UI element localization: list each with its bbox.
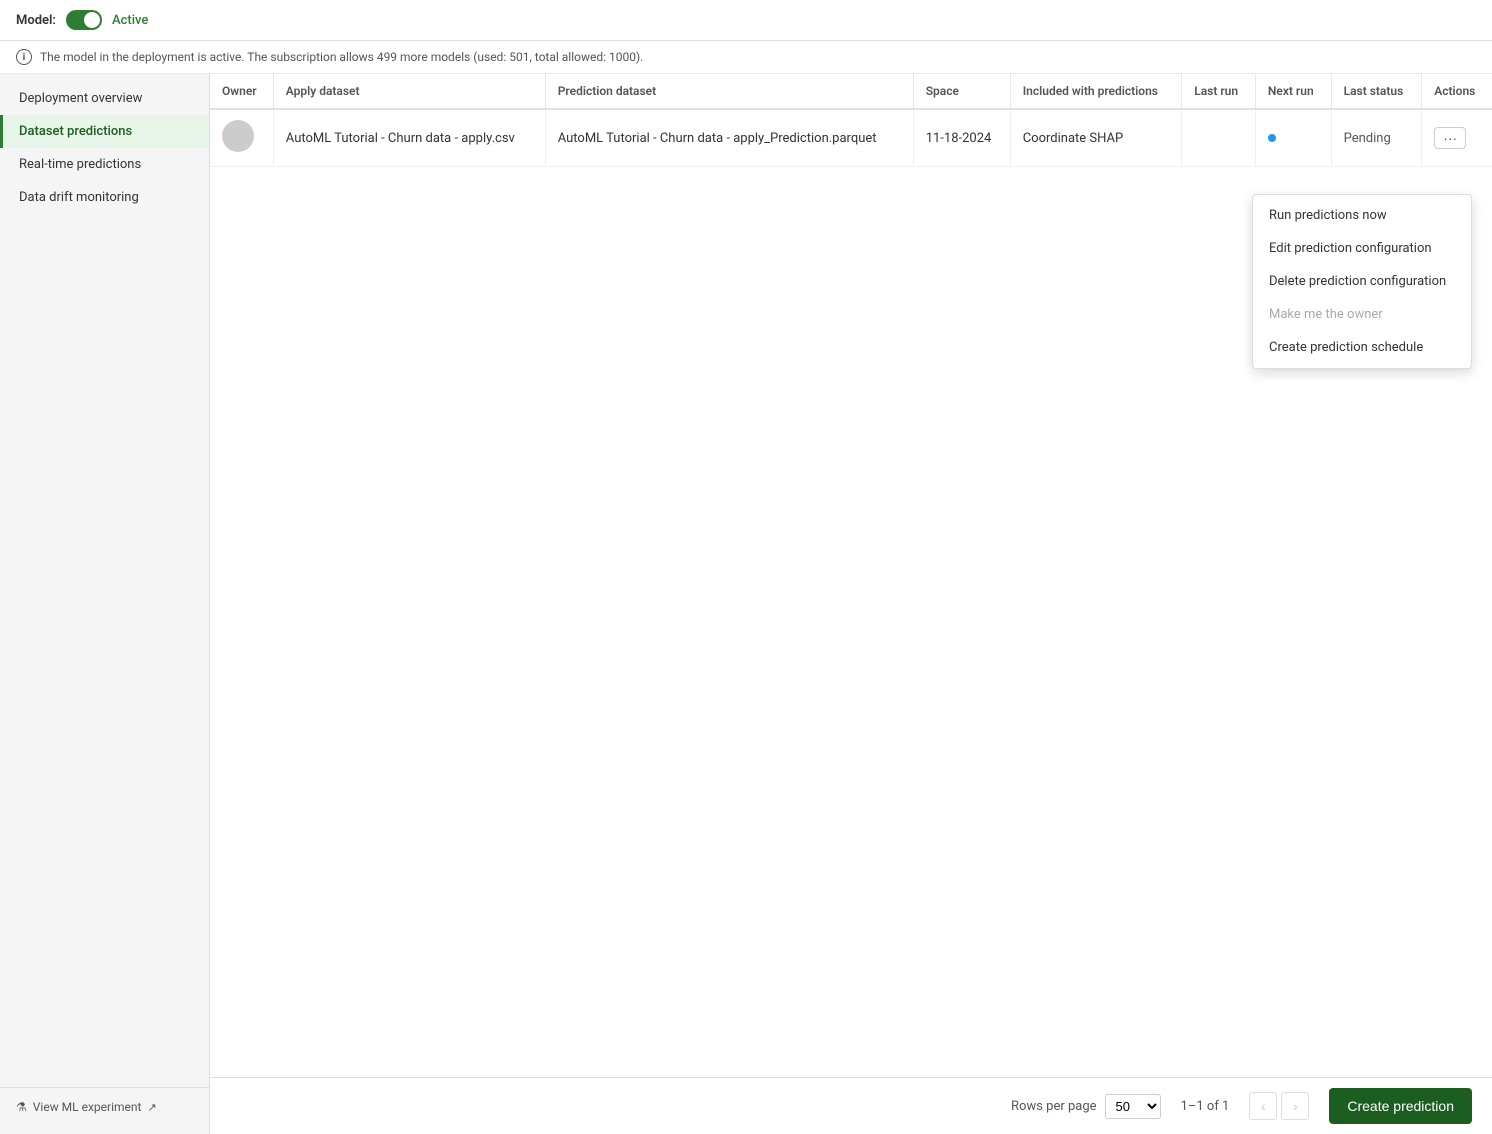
col-owner: Owner xyxy=(210,74,273,109)
cell-actions[interactable]: ··· xyxy=(1422,109,1492,167)
cell-last-status: Pending xyxy=(1331,109,1422,167)
col-included-with-predictions: Included with predictions xyxy=(1010,74,1182,109)
prev-page-button[interactable]: ‹ xyxy=(1249,1092,1277,1120)
external-link-icon: ↗ xyxy=(147,1101,156,1114)
dropdown-item-run-predictions-now[interactable]: Run predictions now xyxy=(1253,199,1471,232)
model-toggle[interactable] xyxy=(66,10,102,30)
main-layout: Deployment overview Dataset predictions … xyxy=(0,74,1492,1134)
actions-menu-button[interactable]: ··· xyxy=(1434,127,1466,149)
cell-space: 11-18-2024 xyxy=(913,109,1010,167)
actions-dropdown-menu: Run predictions now Edit prediction conf… xyxy=(1252,194,1472,369)
col-space: Space xyxy=(913,74,1010,109)
predictions-table: Owner Apply dataset Prediction dataset S… xyxy=(210,74,1492,167)
rows-per-page-select[interactable]: 50 25 100 xyxy=(1105,1094,1161,1119)
col-last-run: Last run xyxy=(1182,74,1256,109)
sidebar-item-deployment-overview[interactable]: Deployment overview xyxy=(0,82,209,115)
cell-prediction-dataset: AutoML Tutorial - Churn data - apply_Pre… xyxy=(545,109,913,167)
create-prediction-button[interactable]: Create prediction xyxy=(1329,1088,1472,1124)
col-next-run: Next run xyxy=(1255,74,1331,109)
dropdown-item-create-prediction-schedule[interactable]: Create prediction schedule xyxy=(1253,331,1471,364)
sidebar: Deployment overview Dataset predictions … xyxy=(0,74,210,1134)
sidebar-footer: ⚗ View ML experiment ↗ xyxy=(0,1087,209,1126)
info-bar: i The model in the deployment is active.… xyxy=(0,41,1492,74)
col-prediction-dataset: Prediction dataset xyxy=(545,74,913,109)
dropdown-item-delete-prediction-config[interactable]: Delete prediction configuration xyxy=(1253,265,1471,298)
model-label: Model: xyxy=(16,13,56,28)
rows-per-page-control: Rows per page 50 25 100 xyxy=(1011,1094,1161,1119)
info-icon: i xyxy=(16,49,32,65)
content-area: Owner Apply dataset Prediction dataset S… xyxy=(210,74,1492,1134)
cell-included-with-predictions: Coordinate SHAP xyxy=(1010,109,1182,167)
next-page-button[interactable]: › xyxy=(1281,1092,1309,1120)
sidebar-item-data-drift-monitoring[interactable]: Data drift monitoring xyxy=(0,181,209,214)
dropdown-item-edit-prediction-config[interactable]: Edit prediction configuration xyxy=(1253,232,1471,265)
col-actions: Actions xyxy=(1422,74,1492,109)
pagination-buttons: ‹ › xyxy=(1249,1092,1309,1120)
next-run-dot xyxy=(1268,134,1276,142)
dropdown-item-make-me-owner: Make me the owner xyxy=(1253,298,1471,331)
rows-per-page-label: Rows per page xyxy=(1011,1099,1097,1114)
cell-apply-dataset: AutoML Tutorial - Churn data - apply.csv xyxy=(273,109,545,167)
cell-owner xyxy=(210,109,273,167)
view-ml-experiment-link[interactable]: ⚗ View ML experiment ↗ xyxy=(16,1100,193,1114)
bottom-bar: Rows per page 50 25 100 1–1 of 1 ‹ › Cre… xyxy=(210,1077,1492,1134)
info-message: The model in the deployment is active. T… xyxy=(40,50,643,64)
col-last-status: Last status xyxy=(1331,74,1422,109)
sidebar-item-dataset-predictions[interactable]: Dataset predictions xyxy=(0,115,209,148)
table-row: AutoML Tutorial - Churn data - apply.csv… xyxy=(210,109,1492,167)
col-apply-dataset: Apply dataset xyxy=(273,74,545,109)
flask-icon: ⚗ xyxy=(16,1100,27,1114)
pagination-info: 1–1 of 1 xyxy=(1181,1099,1230,1114)
table-container: Owner Apply dataset Prediction dataset S… xyxy=(210,74,1492,167)
view-ml-experiment-label: View ML experiment xyxy=(33,1100,142,1114)
sidebar-item-realtime-predictions[interactable]: Real-time predictions xyxy=(0,148,209,181)
avatar xyxy=(222,120,254,152)
cell-next-run xyxy=(1255,109,1331,167)
cell-last-run xyxy=(1182,109,1256,167)
status-badge: Pending xyxy=(1344,131,1391,146)
sidebar-nav: Deployment overview Dataset predictions … xyxy=(0,82,209,1087)
active-status: Active xyxy=(112,13,148,28)
top-bar: Model: Active xyxy=(0,0,1492,41)
